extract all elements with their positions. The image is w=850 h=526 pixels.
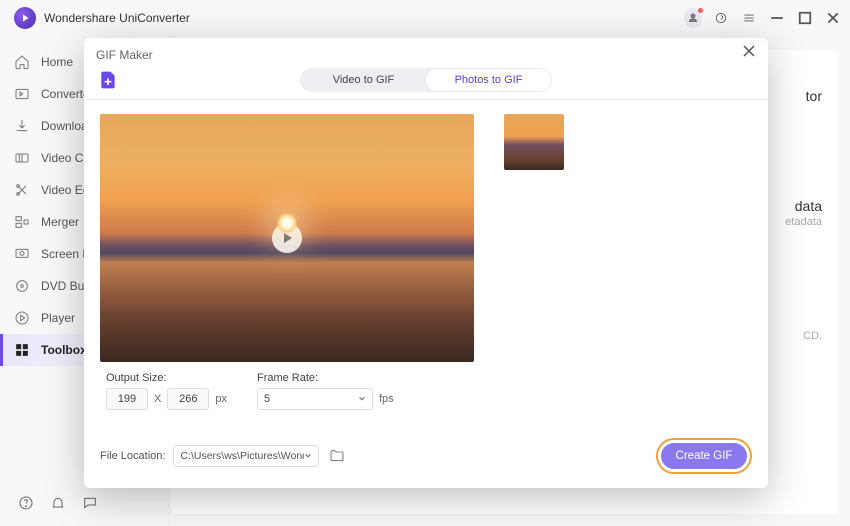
frame-rate-label: Frame Rate: (257, 372, 394, 384)
tab-video-to-gif[interactable]: Video to GIF (301, 69, 426, 91)
create-gif-highlight: Create GIF (656, 438, 752, 474)
preview-image (100, 114, 474, 362)
bell-icon[interactable] (50, 495, 66, 516)
account-icon[interactable] (684, 9, 702, 27)
width-input[interactable] (106, 388, 148, 410)
titlebar: Wondershare UniConverter (0, 0, 850, 36)
maximize-button[interactable] (796, 9, 814, 27)
add-file-icon[interactable] (98, 69, 120, 91)
help-icon[interactable] (18, 495, 34, 516)
bg-text: data (795, 198, 822, 214)
bg-text: etadata (785, 216, 822, 228)
app-logo (14, 7, 36, 29)
file-location-select[interactable]: C:\Users\ws\Pictures\Wonders (173, 445, 319, 467)
thumbnail[interactable] (504, 114, 564, 170)
minimize-button[interactable] (768, 9, 786, 27)
create-gif-button[interactable]: Create GIF (661, 443, 747, 469)
sidebar-item-label: Merger (41, 215, 79, 229)
tab-photos-to-gif[interactable]: Photos to GIF (426, 69, 551, 91)
px-unit: px (215, 393, 227, 405)
open-folder-icon[interactable] (329, 448, 345, 464)
dialog-title: GIF Maker (96, 48, 153, 62)
sidebar-item-label: Toolbox (41, 343, 87, 357)
play-button[interactable] (272, 223, 302, 253)
file-location-label: File Location: (100, 450, 165, 462)
bg-text: CD. (803, 330, 822, 342)
x-separator: X (154, 393, 161, 405)
close-button[interactable] (824, 9, 842, 27)
sidebar-bottom (0, 495, 98, 516)
mode-toggle: Video to GIF Photos to GIF (300, 68, 552, 92)
support-icon[interactable] (712, 9, 730, 27)
fps-unit: fps (379, 393, 394, 405)
menu-icon[interactable] (740, 9, 758, 27)
feedback-icon[interactable] (82, 495, 98, 516)
bg-text: tor (806, 88, 822, 104)
close-icon[interactable] (742, 44, 758, 60)
sidebar-item-label: Home (41, 55, 73, 69)
sidebar-item-label: Player (41, 311, 75, 325)
height-input[interactable] (167, 388, 209, 410)
gif-maker-dialog: GIF Maker Video to GIF Photos to GIF Out… (84, 38, 768, 488)
output-size-label: Output Size: (106, 372, 227, 384)
app-title: Wondershare UniConverter (44, 11, 190, 25)
frame-rate-select[interactable]: 5 (257, 388, 373, 410)
